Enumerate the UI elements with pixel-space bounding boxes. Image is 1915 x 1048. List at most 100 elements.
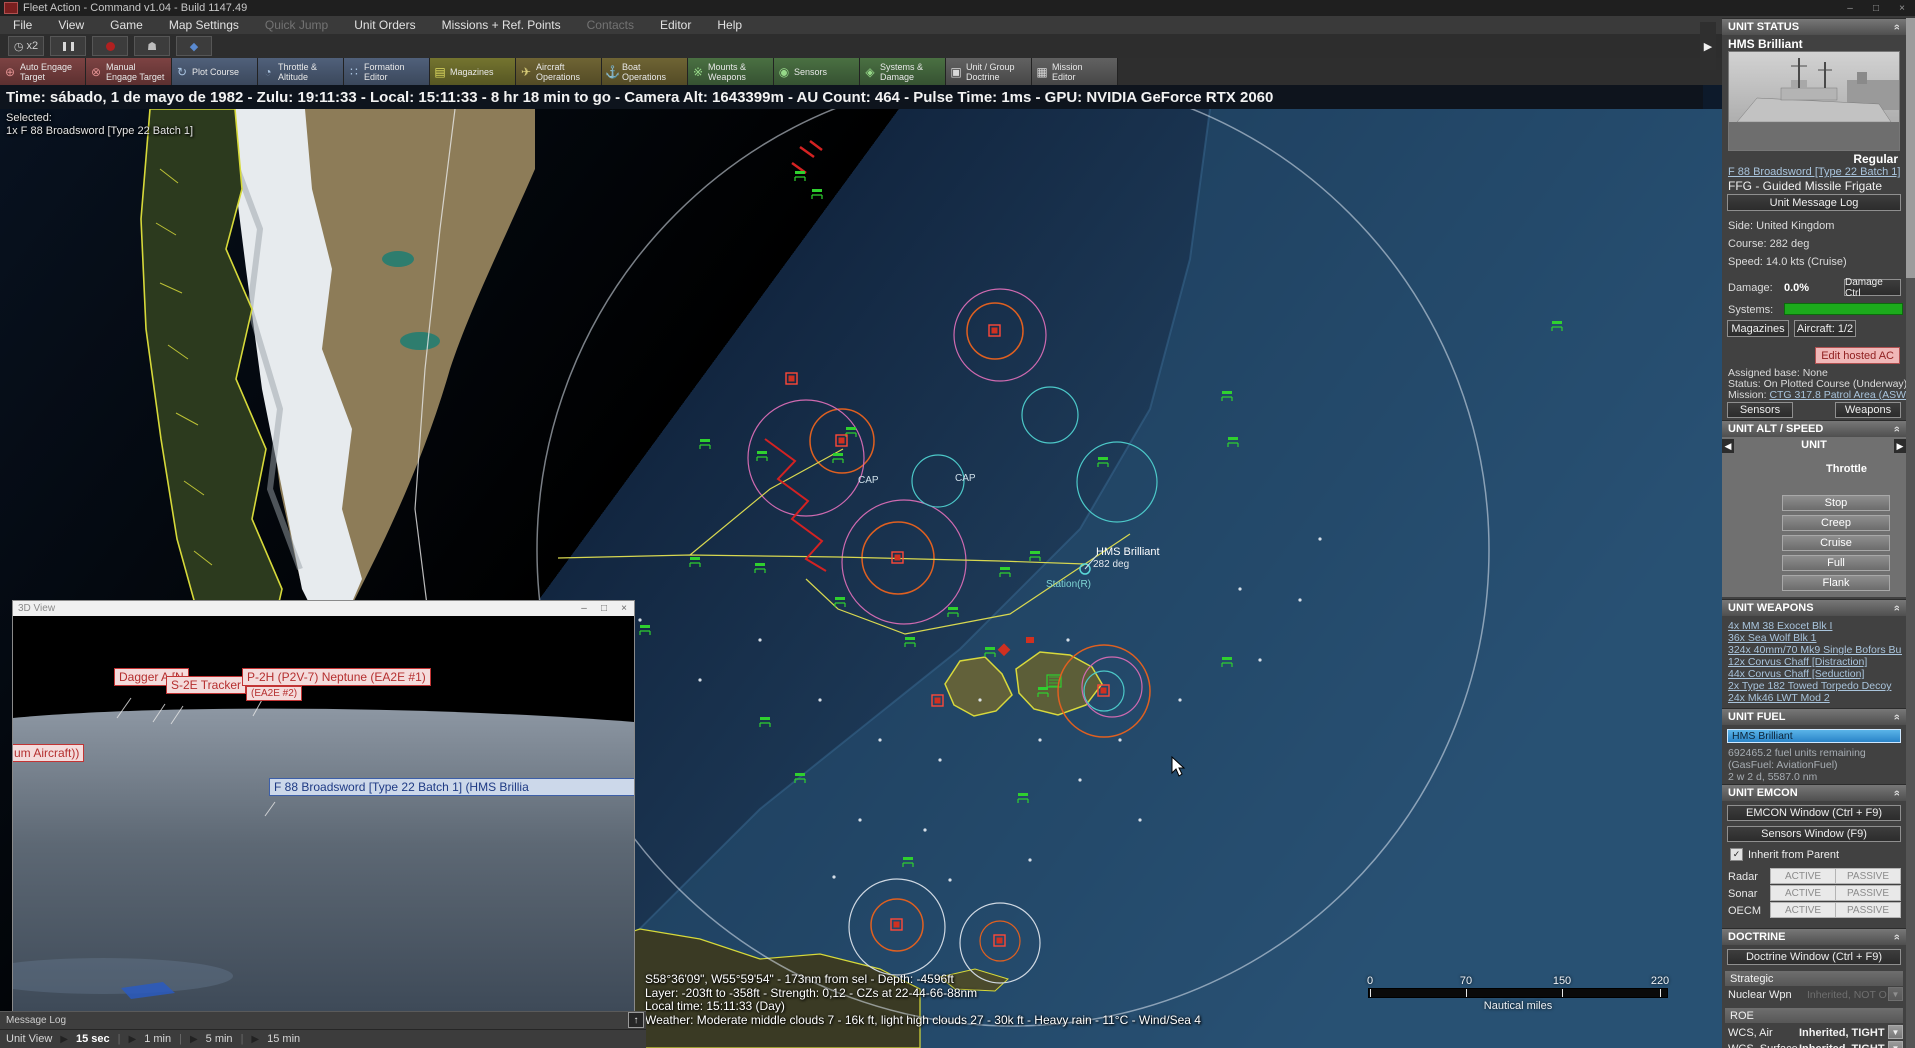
unit-group-doctrine-button[interactable]: ▣Unit / GroupDoctrine xyxy=(946,58,1032,85)
pin-button[interactable]: ◆ xyxy=(176,36,212,56)
contact-label-um-aircraft[interactable]: um Aircraft)) xyxy=(13,744,84,762)
boat-operations-button[interactable]: ⚓BoatOperations xyxy=(602,58,688,85)
time-step-15min[interactable]: 15 min xyxy=(267,1033,300,1045)
emcon-window-button[interactable]: EMCON Window (Ctrl + F9) xyxy=(1727,805,1901,821)
sensors-tab-button[interactable]: Sensors xyxy=(1727,402,1793,418)
contact-label-neptune[interactable]: P-2H (P2V-7) Neptune (EA2E #1) xyxy=(242,668,431,686)
edit-hosted-ac-button[interactable]: Edit hosted AC xyxy=(1815,347,1900,364)
sonar-passive-cell[interactable]: PASSIVE xyxy=(1835,885,1901,901)
pause-button[interactable] xyxy=(50,36,86,56)
menu-map-settings[interactable]: Map Settings xyxy=(156,18,252,32)
3d-close-icon[interactable]: × xyxy=(614,603,634,614)
menu-editor[interactable]: Editor xyxy=(647,18,704,32)
mission-editor-button[interactable]: ▦MissionEditor xyxy=(1032,58,1118,85)
unit-fuel-header[interactable]: UNIT FUEL» xyxy=(1722,708,1906,725)
record-button[interactable] xyxy=(92,36,128,56)
magazines-button[interactable]: ▤Magazines xyxy=(430,58,516,85)
menu-unit-orders[interactable]: Unit Orders xyxy=(341,18,428,32)
magazines-sidebar-button[interactable]: Magazines xyxy=(1727,320,1789,337)
unit-status-header[interactable]: UNIT STATUS» xyxy=(1722,18,1906,35)
weapon-link[interactable]: 44x Corvus Chaff [Seduction] xyxy=(1728,668,1902,680)
sidebar-collapse-tab[interactable]: ▶ xyxy=(1700,22,1716,70)
unit-emcon-header[interactable]: UNIT EMCON» xyxy=(1722,784,1906,801)
throttle-flank-button[interactable]: Flank xyxy=(1782,575,1890,591)
systems-damage-button[interactable]: ◈Systems &Damage xyxy=(860,58,946,85)
unit-view-button[interactable]: Unit View xyxy=(6,1033,52,1045)
mounts-weapons-button[interactable]: ※Mounts &Weapons xyxy=(688,58,774,85)
menu-file[interactable]: File xyxy=(0,18,45,32)
mission-link[interactable]: CTG 317.8 Patrol Area (ASW Patrol) xyxy=(1769,389,1915,401)
3d-view-window[interactable]: 3D View – □ × xyxy=(12,600,635,1012)
selected-label: Selected: xyxy=(6,112,193,125)
message-log-panel[interactable]: Message Log xyxy=(0,1011,646,1029)
plot-course-button[interactable]: ↻Plot Course xyxy=(172,58,258,85)
3d-minimize-icon[interactable]: – xyxy=(574,603,594,614)
unit-alt-speed-header[interactable]: UNIT ALT / SPEED» xyxy=(1722,420,1906,437)
auto-engage-target-button[interactable]: ⊕Auto EngageTarget xyxy=(0,58,86,85)
oecm-active-cell[interactable]: ACTIVE xyxy=(1770,902,1836,918)
radar-active-cell[interactable]: ACTIVE xyxy=(1770,868,1836,884)
time-compression-button[interactable]: ◷ x2 xyxy=(8,36,44,56)
menu-bar: File View Game Map Settings Quick Jump U… xyxy=(0,16,1915,34)
maximize-icon[interactable]: □ xyxy=(1863,3,1889,14)
3d-maximize-icon[interactable]: □ xyxy=(594,603,614,614)
throttle-full-button[interactable]: Full xyxy=(1782,555,1890,571)
close-icon[interactable]: × xyxy=(1889,3,1915,14)
doctrine-header[interactable]: DOCTRINE» xyxy=(1722,928,1906,945)
oecm-passive-cell[interactable]: PASSIVE xyxy=(1835,902,1901,918)
weapon-link[interactable]: 24x Mk46 LWT Mod 2 xyxy=(1728,692,1902,704)
menu-game[interactable]: Game xyxy=(97,18,156,32)
scale-tick-150: 150 xyxy=(1553,975,1571,987)
unit-weapons-header[interactable]: UNIT WEAPONS» xyxy=(1722,599,1906,616)
throttle-stop-button[interactable]: Stop xyxy=(1782,495,1890,511)
inherit-checkbox[interactable]: ✓ xyxy=(1730,848,1743,861)
formation-editor-button[interactable]: ∷FormationEditor xyxy=(344,58,430,85)
tab-unit[interactable]: UNIT xyxy=(1722,439,1906,451)
sensors-button[interactable]: ◉Sensors xyxy=(774,58,860,85)
sonar-active-cell[interactable]: ACTIVE xyxy=(1770,885,1836,901)
wcs-surface-dropdown[interactable]: ▼ xyxy=(1888,1041,1903,1048)
wcs-surface-value: Inherited, TIGHT xyxy=(1799,1043,1885,1048)
doctrine-window-button[interactable]: Doctrine Window (Ctrl + F9) xyxy=(1727,949,1901,965)
3d-view-titlebar[interactable]: 3D View – □ × xyxy=(13,601,634,616)
menu-help[interactable]: Help xyxy=(704,18,755,32)
time-step-5min[interactable]: 5 min xyxy=(206,1033,233,1045)
wcs-air-dropdown[interactable]: ▼ xyxy=(1888,1025,1903,1039)
unit-message-log-button[interactable]: Unit Message Log xyxy=(1727,194,1901,211)
weapon-link[interactable]: 12x Corvus Chaff [Distraction] xyxy=(1728,656,1902,668)
time-step-15sec[interactable]: 15 sec xyxy=(76,1033,110,1045)
contact-label-ea2e2[interactable]: (EA2E #2) xyxy=(246,686,302,701)
weapon-link[interactable]: 4x MM 38 Exocet Blk I xyxy=(1728,620,1902,632)
unit-course: Course: 282 deg xyxy=(1728,238,1809,250)
popout-button[interactable]: ↑ xyxy=(628,1012,644,1028)
weapon-link[interactable]: 36x Sea Wolf Blk 1 xyxy=(1728,632,1902,644)
weapon-link[interactable]: 324x 40mm/70 Mk9 Single Bofors Burst [4 … xyxy=(1728,644,1902,656)
throttle-altitude-button[interactable]: ◔Throttle &Altitude xyxy=(258,58,344,85)
minimize-icon[interactable]: – xyxy=(1837,3,1863,14)
fuel-selected-unit[interactable]: HMS Brilliant xyxy=(1727,729,1901,743)
3d-view-content[interactable]: Dagger A [N (EA2E #2) S-2E Tracker P-2H … xyxy=(13,616,634,1011)
time-step-1min[interactable]: 1 min xyxy=(144,1033,171,1045)
throttle-cruise-button[interactable]: Cruise xyxy=(1782,535,1890,551)
recon-button[interactable]: ☗ xyxy=(134,36,170,56)
formation-icon: ∷ xyxy=(347,65,361,79)
unit-label-broadsword[interactable]: F 88 Broadsword [Type 22 Batch 1] (HMS B… xyxy=(269,778,634,796)
bottom-toolbar: Unit View ▶ 15 sec | ▶ 1 min | ▶ 5 min |… xyxy=(0,1029,646,1048)
weapons-tab-button[interactable]: Weapons xyxy=(1835,402,1901,418)
weapon-link[interactable]: 2x Type 182 Towed Torpedo Decoy xyxy=(1728,680,1902,692)
sidebar-scrollbar-thumb[interactable] xyxy=(1906,18,1915,278)
throttle-creep-button[interactable]: Creep xyxy=(1782,515,1890,531)
unit-class-link[interactable]: F 88 Broadsword [Type 22 Batch 1] xyxy=(1728,166,1900,178)
cursor-position-line: S58°36'09", W55°59'54" - 173nm from sel … xyxy=(645,973,1201,987)
damage-ctrl-button[interactable]: Damage Ctrl xyxy=(1844,279,1901,296)
aircraft-button[interactable]: Aircraft: 1/2 xyxy=(1794,320,1856,337)
mission-row: Mission: CTG 317.8 Patrol Area (ASW Patr… xyxy=(1728,389,1915,401)
menu-view[interactable]: View xyxy=(45,18,97,32)
aircraft-operations-button[interactable]: ✈AircraftOperations xyxy=(516,58,602,85)
sensors-window-button[interactable]: Sensors Window (F9) xyxy=(1727,826,1901,842)
radar-passive-cell[interactable]: PASSIVE xyxy=(1835,868,1901,884)
doctrine-icon: ▣ xyxy=(949,65,963,79)
menu-missions-ref-points[interactable]: Missions + Ref. Points xyxy=(429,18,574,32)
manual-engage-target-button[interactable]: ⊗ManualEngage Target xyxy=(86,58,172,85)
contact-label-s2e-tracker[interactable]: S-2E Tracker xyxy=(166,676,246,694)
